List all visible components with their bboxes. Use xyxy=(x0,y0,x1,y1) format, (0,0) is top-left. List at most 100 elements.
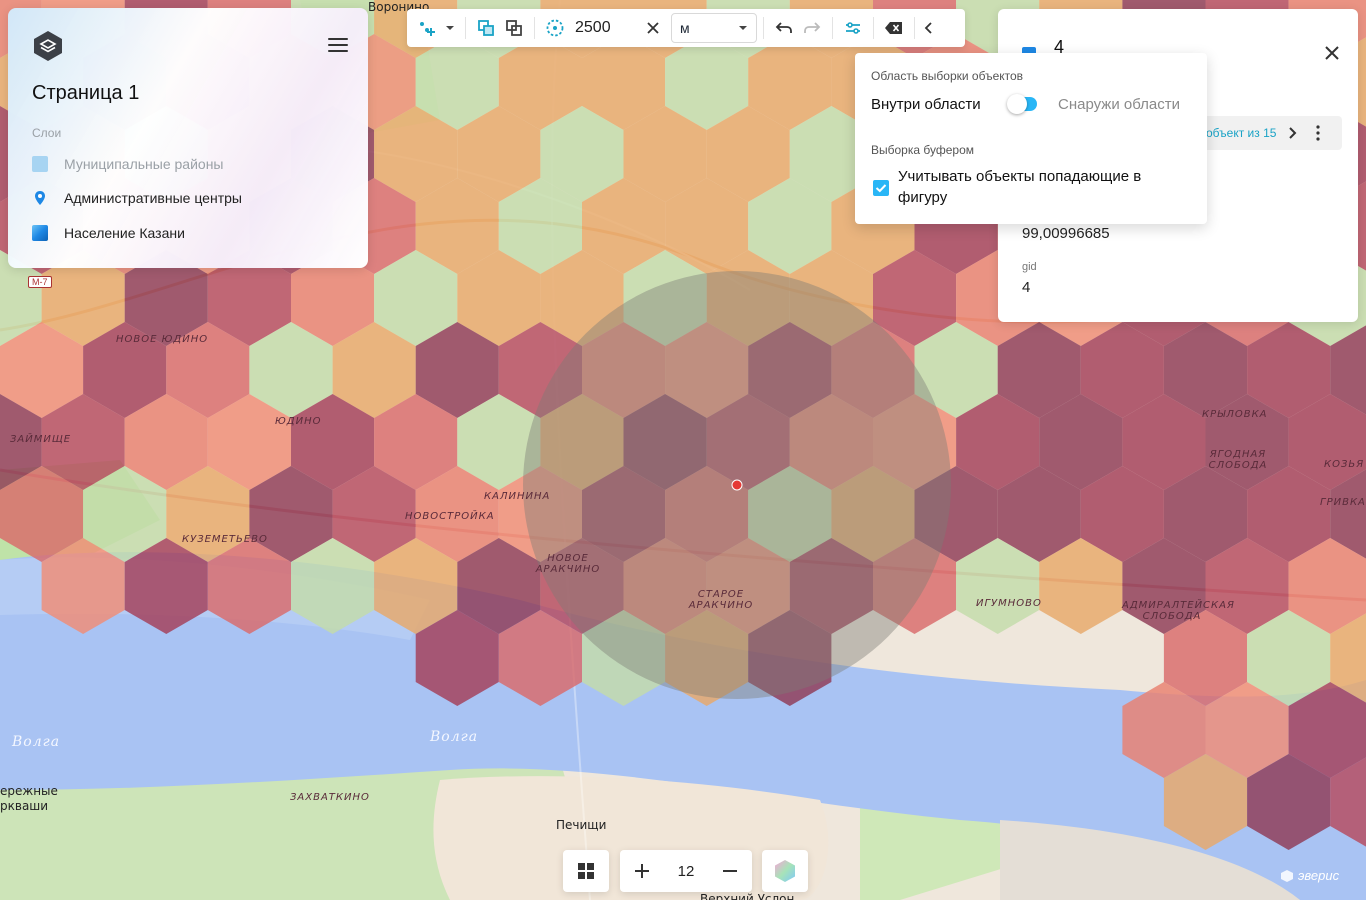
brand-logo-icon xyxy=(1281,869,1293,882)
minus-icon xyxy=(723,870,737,872)
buffer-button[interactable] xyxy=(541,14,569,42)
outside-area-label[interactable]: Снаружи области xyxy=(1058,96,1180,113)
zoom-in-button[interactable] xyxy=(630,859,654,883)
toolbar-divider xyxy=(873,17,874,39)
chevron-right-icon[interactable] xyxy=(1284,125,1300,141)
toolbar-divider xyxy=(465,17,466,39)
place-yagodnaya-sloboda: Ягодная Слобода xyxy=(1208,449,1268,471)
add-point-dropdown[interactable] xyxy=(441,14,459,42)
copy-shape-button[interactable] xyxy=(472,14,500,42)
delete-button[interactable] xyxy=(880,14,908,42)
object-counter: объект из 15 xyxy=(1206,126,1277,140)
river-label-volga-1: Волга xyxy=(12,734,61,750)
place-novoe-arakchino: Новое Аракчино xyxy=(535,553,601,575)
place-novoe-yudino: Новое Юдино xyxy=(116,334,209,345)
drawing-toolbar: м xyxy=(407,9,965,47)
copyright: эверuс xyxy=(1280,868,1339,883)
dropdown-icon xyxy=(446,26,454,30)
place-admiralteyskaya-sloboda: Адмиралтейская Слобода xyxy=(1122,600,1235,622)
style-palette-button[interactable] xyxy=(762,850,808,892)
include-objects-checkbox[interactable] xyxy=(873,180,889,196)
layer-swatch-icon xyxy=(32,156,48,172)
redo-button[interactable] xyxy=(798,14,826,42)
toggle-knob xyxy=(1007,94,1027,114)
pin-icon xyxy=(35,191,45,205)
intersect-icon xyxy=(506,20,522,36)
layer-label: Население Казани xyxy=(64,225,185,241)
place-yudino: Юдино xyxy=(275,416,322,427)
layers-panel: Страница 1 Слои Муниципальные районы Адм… xyxy=(8,8,368,268)
place-verkhniy-uslon: Верхний Услон xyxy=(700,892,795,900)
copy-shape-icon xyxy=(478,20,494,36)
page-title: Страница 1 xyxy=(32,82,140,104)
toolbar-divider xyxy=(534,17,535,39)
zoom-control: 12 xyxy=(620,850,752,892)
filter-icon xyxy=(846,22,860,34)
more-vertical-icon[interactable] xyxy=(1310,124,1326,142)
attribute-value: 99,00996685 xyxy=(1022,225,1110,242)
attribute-value-gid: 4 xyxy=(1022,279,1031,296)
place-staroe-arakchino: Старое Аракчино xyxy=(688,589,754,611)
palette-hex-icon xyxy=(775,860,795,882)
road-badge: М-7 xyxy=(28,276,52,288)
add-point-icon xyxy=(420,22,435,36)
inside-area-label[interactable]: Внутри области xyxy=(871,96,981,113)
river-label-volga-2: Волга xyxy=(430,729,479,745)
place-kalinina: Калинина xyxy=(484,491,551,502)
plus-icon xyxy=(635,864,649,878)
undo-icon xyxy=(775,22,792,33)
place-berezhnye: ерeжные xyxy=(0,784,58,798)
unit-select[interactable]: м xyxy=(671,13,757,43)
basemap-grid-button[interactable] xyxy=(563,850,609,892)
layer-item-kazan-population[interactable]: Население Казани xyxy=(32,225,185,241)
layer-item-municipal-districts[interactable]: Муниципальные районы xyxy=(32,156,223,172)
redo-icon xyxy=(804,22,821,33)
place-krylovka: Крыловка xyxy=(1202,409,1268,420)
intersect-button[interactable] xyxy=(500,14,528,42)
selected-point[interactable] xyxy=(731,479,743,491)
object-navigation: объект из 15 xyxy=(1198,116,1342,150)
place-kozya: Козья xyxy=(1324,459,1365,470)
menu-icon[interactable] xyxy=(328,38,348,54)
close-icon[interactable] xyxy=(1322,43,1342,63)
toolbar-divider xyxy=(763,17,764,39)
app-logo-icon xyxy=(34,31,62,61)
place-zakhvatkino: Захваткино xyxy=(290,792,370,803)
buffer-icon xyxy=(546,19,564,37)
collapse-icon xyxy=(924,22,932,34)
zoom-level: 12 xyxy=(677,862,695,880)
place-kuzemetyevo: Куземетьево xyxy=(182,534,268,545)
include-objects-label[interactable]: Учитывать объекты попадающие в фигуру xyxy=(898,166,1188,208)
clear-icon xyxy=(647,22,659,34)
unit-value: м xyxy=(680,20,690,36)
area-toggle[interactable] xyxy=(1007,94,1037,114)
attribute-label-gid: gid xyxy=(1022,261,1037,273)
place-igumnovo: Игумново xyxy=(976,598,1042,609)
toolbar-divider xyxy=(914,17,915,39)
toolbar-divider xyxy=(832,17,833,39)
chevron-down-icon xyxy=(739,26,747,30)
place-zaimishche: Займище xyxy=(10,434,72,445)
add-point-button[interactable] xyxy=(413,14,441,42)
delete-icon xyxy=(885,22,902,34)
check-icon xyxy=(875,184,887,193)
buffer-heading: Выборка буфером xyxy=(871,143,974,157)
zoom-out-button[interactable] xyxy=(718,859,742,883)
filter-settings-button[interactable] xyxy=(839,14,867,42)
layer-item-admin-centers[interactable]: Административные центры xyxy=(32,190,242,206)
layer-swatch-icon xyxy=(32,225,48,241)
copyright-text: эверuс xyxy=(1298,868,1340,883)
layer-label: Муниципальные районы xyxy=(64,156,224,172)
selection-settings-popup: Область выборки объектов Внутри области … xyxy=(855,53,1207,224)
place-novostroyka: Новостройка xyxy=(405,511,495,522)
layer-label: Административные центры xyxy=(64,190,242,206)
place-pechishchi: Печищи xyxy=(556,818,607,832)
layers-heading: Слои xyxy=(32,126,62,140)
grid-icon xyxy=(578,863,594,879)
clear-buffer-button[interactable] xyxy=(639,14,667,42)
undo-button[interactable] xyxy=(770,14,798,42)
place-kvashi: ркваши xyxy=(0,799,49,813)
collapse-toolbar-button[interactable] xyxy=(921,14,937,42)
buffer-value-input[interactable] xyxy=(569,19,639,37)
area-heading: Область выборки объектов xyxy=(871,69,1024,83)
